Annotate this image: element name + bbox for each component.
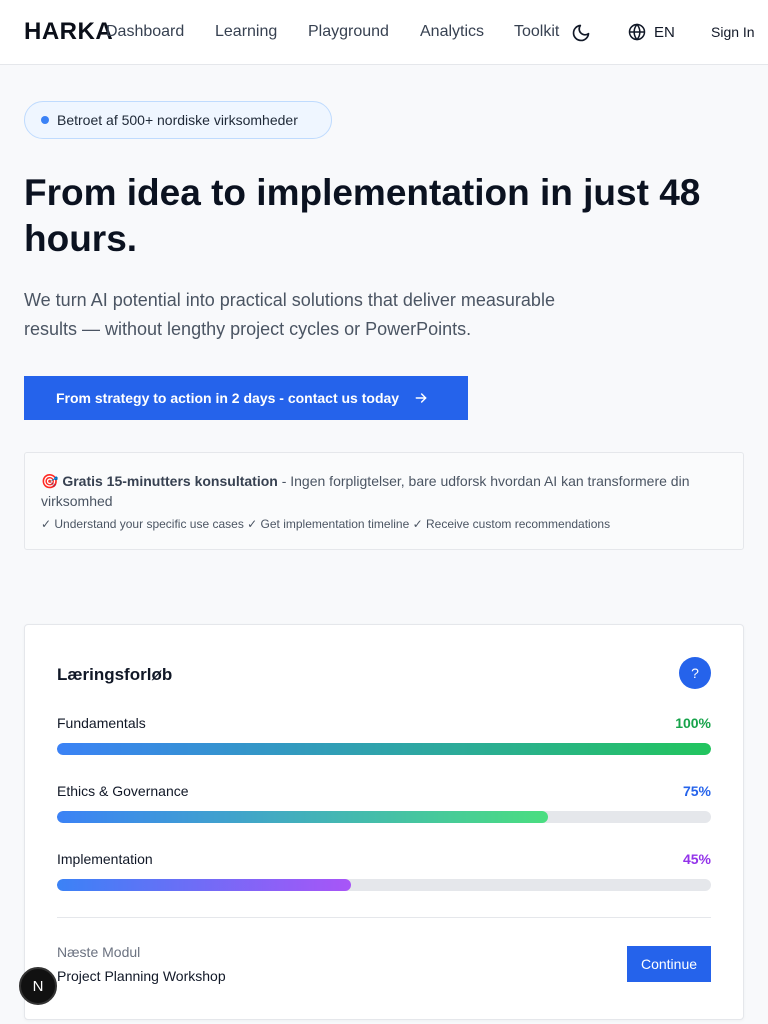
module-progress: Fundamentals 100% xyxy=(57,715,711,765)
next-module-label: Næste Modul xyxy=(57,944,141,960)
module-percent: 45% xyxy=(682,851,711,867)
module-label: Fundamentals xyxy=(57,715,146,731)
hero-title: From idea to implementation in just 48 h… xyxy=(24,172,701,259)
module-label: Ethics & Governance xyxy=(57,783,189,799)
module-progress: Implementation 45% xyxy=(57,851,711,901)
top-navbar: HARKA Dashboard Learning Playground Anal… xyxy=(0,0,768,65)
floating-badge-letter: N xyxy=(33,978,44,995)
progress-fill xyxy=(57,879,352,891)
trust-badge-text: Betroet af 500+ nordiske virksomheder xyxy=(57,112,298,128)
trust-badge: Betroet af 500+ nordiske virksomheder xyxy=(24,101,332,139)
language-selector[interactable]: EN xyxy=(628,22,675,42)
nav-toolkit[interactable]: Toolkit xyxy=(514,23,559,41)
n-logo-icon: N xyxy=(33,978,44,995)
contact-cta-button[interactable]: From strategy to action in 2 days - cont… xyxy=(24,376,468,420)
cta-label: From strategy to action in 2 days - cont… xyxy=(56,390,400,406)
progress-track xyxy=(57,879,711,891)
nav-playground[interactable]: Playground xyxy=(308,23,389,41)
nav-learning[interactable]: Learning xyxy=(215,23,277,41)
arrow-right-icon xyxy=(415,393,427,403)
continue-button[interactable]: Continue xyxy=(627,946,711,982)
divider xyxy=(57,917,711,918)
card-title: Læringsforløb xyxy=(57,665,173,684)
learning-progress-card: Læringsforløb ? Fundamentals 100% Ethics… xyxy=(24,624,744,1020)
logo[interactable]: HARKA xyxy=(24,18,113,46)
module-percent: 75% xyxy=(682,783,711,799)
progress-fill xyxy=(57,743,711,755)
module-percent: 100% xyxy=(675,715,711,731)
module-progress: Ethics & Governance 75% xyxy=(57,783,711,833)
moon-icon[interactable] xyxy=(571,23,591,43)
sign-in-link[interactable]: Sign In xyxy=(711,24,755,40)
progress-fill xyxy=(57,811,548,823)
target-emoji-icon: 🎯 xyxy=(41,473,59,489)
consultation-checklist: ✓ Understand your specific use cases ✓ G… xyxy=(41,517,611,531)
module-label: Implementation xyxy=(57,851,153,867)
globe-icon xyxy=(628,23,646,41)
nav-dashboard[interactable]: Dashboard xyxy=(106,23,184,41)
progress-track xyxy=(57,811,711,823)
nextjs-dev-badge[interactable]: N xyxy=(19,967,57,1005)
language-label: EN xyxy=(654,23,675,41)
help-button[interactable]: ? xyxy=(679,657,711,689)
nav-analytics[interactable]: Analytics xyxy=(420,23,484,41)
progress-track xyxy=(57,743,711,755)
consultation-text: 🎯 Gratis 15-minutters konsultation - Ing… xyxy=(41,471,727,511)
badge-dot xyxy=(41,116,49,124)
consultation-box: 🎯 Gratis 15-minutters konsultation - Ing… xyxy=(24,452,744,550)
next-module-name: Project Planning Workshop xyxy=(57,968,226,984)
consultation-title: Gratis 15-minutters konsultation xyxy=(62,473,278,489)
hero-subtitle: We turn AI potential into practical solu… xyxy=(24,290,555,339)
